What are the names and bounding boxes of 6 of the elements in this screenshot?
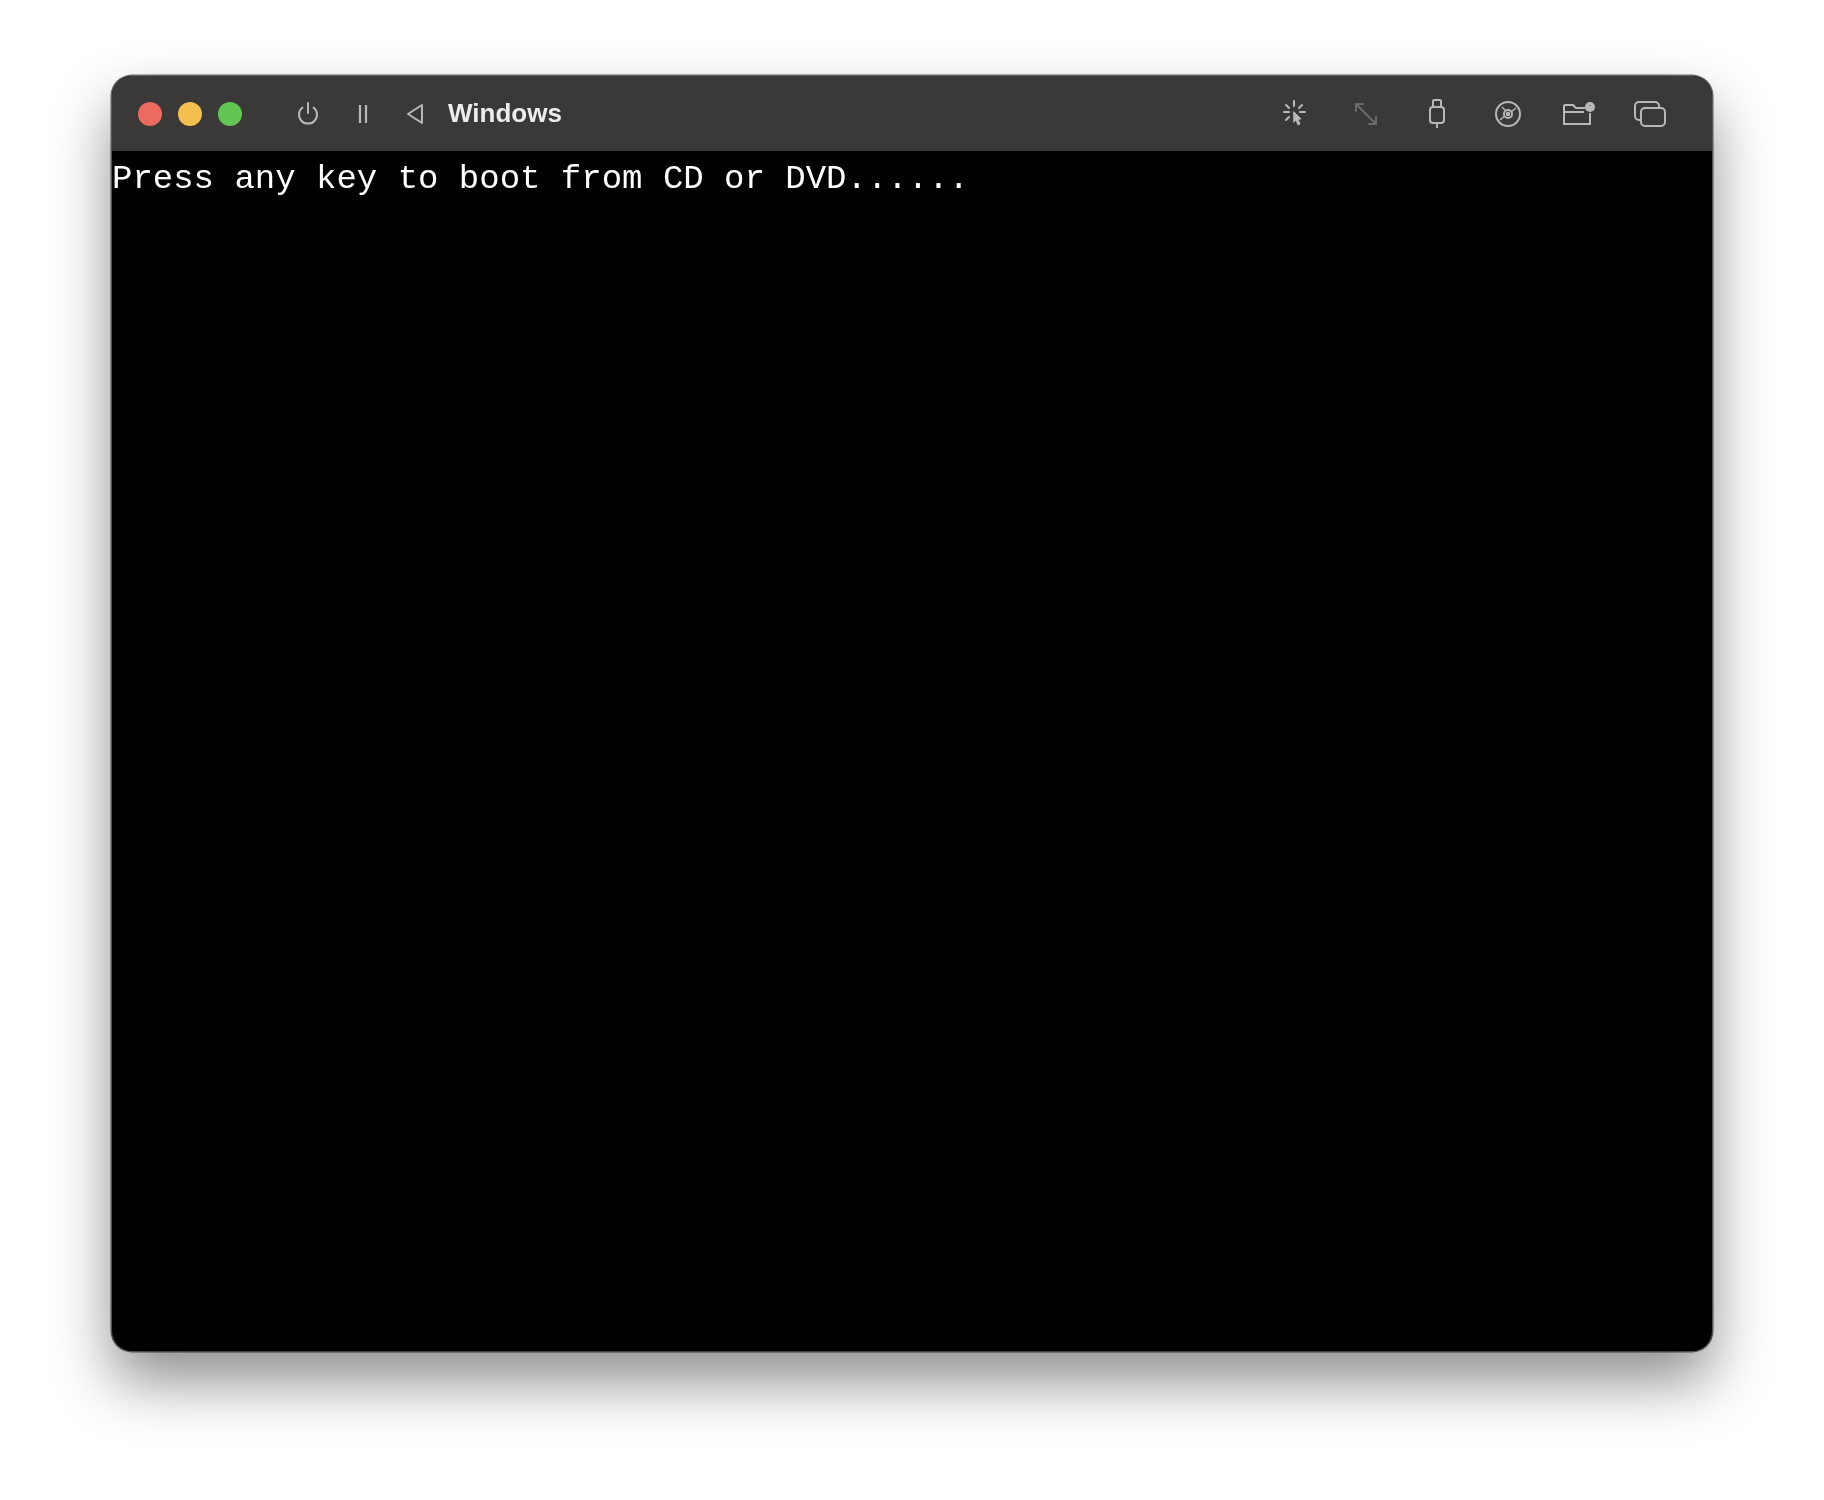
window-control-button[interactable] bbox=[218, 101, 242, 126]
triangle-icon[interactable] bbox=[404, 101, 426, 126]
window-control-button[interactable] bbox=[138, 101, 162, 126]
window-title: Windows bbox=[448, 98, 562, 129]
window-control-button[interactable] bbox=[178, 101, 202, 126]
console-text: Press any key to boot from CD or DVD...... bbox=[112, 159, 970, 199]
